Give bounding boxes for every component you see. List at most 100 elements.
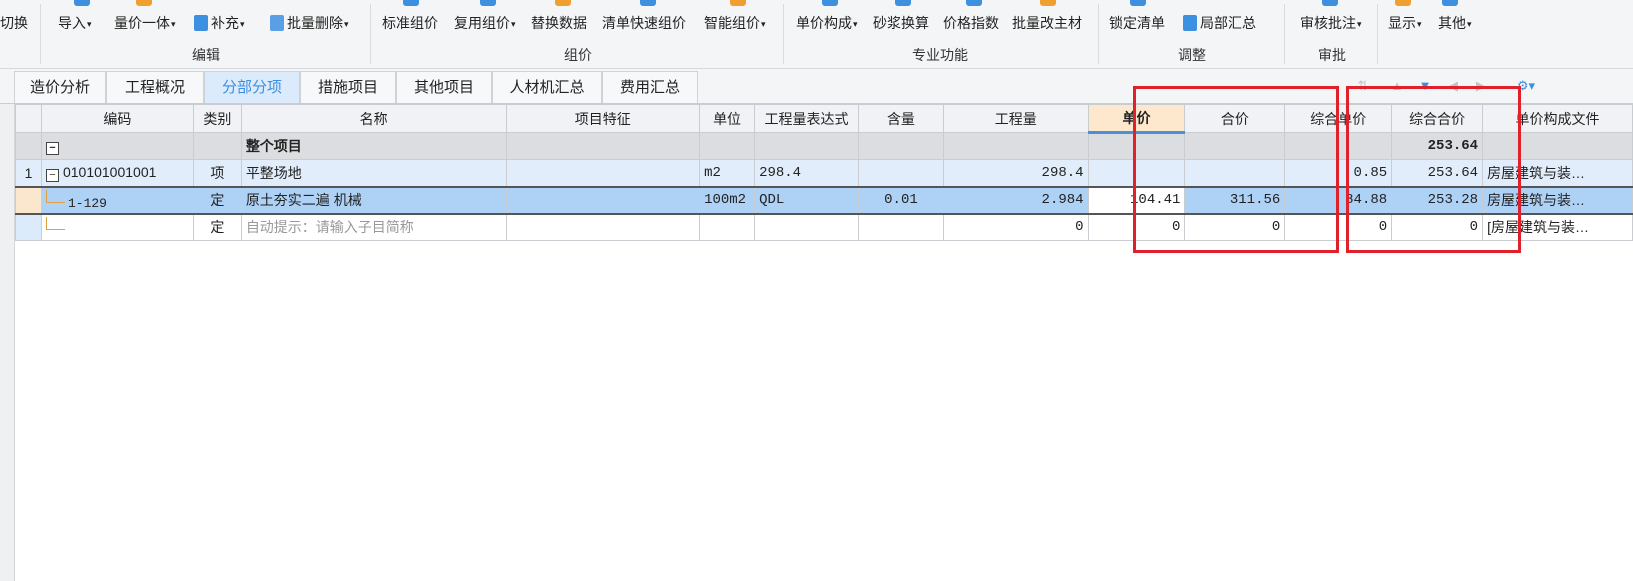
move-left-icon[interactable]: ◀ [1446, 79, 1460, 93]
cell-name-hint[interactable]: 自动提示：请输入子目简称 [240, 213, 507, 241]
group-label-professional: 专业功能 [912, 47, 968, 63]
col-feature[interactable]: 项目特征 [505, 104, 701, 133]
review-button[interactable]: 审核批注▾ [1300, 10, 1362, 36]
tab-bar: 造价分析 工程概况 分部分项 措施项目 其他项目 人材机汇总 费用汇总 ⇅ ▲ … [0, 69, 1633, 104]
group-label-group-price: 组价 [564, 47, 592, 63]
std-group-button[interactable]: 标准组价 [382, 10, 438, 36]
group-label-approve: 审批 [1318, 47, 1346, 63]
batch-delete-button[interactable]: 批量删除▾ [270, 10, 349, 36]
table-row-selected[interactable]: 1-129 定 原土夯实二遍 机械 100m2 QDL 0.01 2.984 1… [15, 185, 1633, 215]
group-label-edit: 编辑 [192, 47, 220, 63]
col-name[interactable]: 名称 [240, 104, 507, 133]
move-down-icon[interactable]: ▼ [1418, 79, 1432, 93]
table-row-hint[interactable]: 定 自动提示：请输入子目简称 0 0 0 0 0 [房屋建筑与装… [15, 213, 1633, 241]
cell-file[interactable]: 房屋建筑与装… [1482, 159, 1633, 187]
supplement-button[interactable]: 补充▾ [194, 10, 245, 36]
cell-file[interactable]: 房屋建筑与装… [1482, 185, 1633, 215]
cell-comp-unit-price[interactable]: 0 [1284, 213, 1393, 241]
import-button[interactable]: 导入▾ [58, 10, 92, 36]
move-up-icon[interactable]: ▲ [1390, 79, 1404, 93]
cell-unit-price-editing[interactable]: 104.41 [1087, 185, 1186, 215]
col-file[interactable]: 单价构成文件 [1482, 104, 1633, 133]
cell-total[interactable]: 311.56 [1184, 185, 1286, 215]
tab-sub-items[interactable]: 分部分项 [204, 71, 300, 103]
table-row-item[interactable]: 1 −010101001001 项 平整场地 m2 298.4 298.4 0.… [15, 159, 1633, 187]
tab-cost-analysis[interactable]: 造价分析 [14, 71, 106, 103]
table-row-total[interactable]: − 整个项目 253.64 [15, 132, 1633, 160]
tab-labor-material-summary[interactable]: 人材机汇总 [492, 71, 602, 103]
cell-unit-price[interactable] [1087, 159, 1186, 187]
cell-comp-total[interactable]: 0 [1391, 213, 1484, 241]
col-content[interactable]: 含量 [858, 104, 944, 133]
col-qty[interactable]: 工程量 [942, 104, 1089, 133]
cell-comp-total: 253.64 [1391, 132, 1484, 160]
col-comp-unit-price[interactable]: 综合单价 [1284, 104, 1393, 133]
cell-code[interactable]: 010101001001 [63, 164, 156, 180]
supplement-icon [194, 15, 208, 31]
sort-icon[interactable]: ⇅ [1356, 79, 1370, 93]
cell-type[interactable]: 定 [192, 213, 242, 241]
display-button[interactable]: 显示▾ [1388, 10, 1422, 36]
cell-file[interactable]: [房屋建筑与装… [1482, 213, 1633, 241]
cell-name[interactable]: 原土夯实二遍 机械 [240, 185, 507, 215]
tab-project-overview[interactable]: 工程概况 [106, 71, 204, 103]
col-code[interactable]: 编码 [40, 104, 194, 133]
cell-comp-total[interactable]: 253.28 [1391, 185, 1484, 215]
cell-qty[interactable]: 298.4 [942, 159, 1089, 187]
col-qty-expr[interactable]: 工程量表达式 [754, 104, 860, 133]
smart-group-icon [730, 0, 746, 6]
col-unit[interactable]: 单位 [699, 104, 756, 133]
settings-icon[interactable]: ⚙▾ [1512, 79, 1540, 93]
collapse-toggle[interactable]: − [45, 142, 59, 155]
lock-list-button[interactable]: 锁定清单 [1109, 10, 1165, 36]
batch-material-button[interactable]: 批量改主材 [1012, 10, 1082, 36]
col-unit-price[interactable]: 单价 [1087, 104, 1186, 134]
table-header: 编码 类别 名称 项目特征 单位 工程量表达式 含量 工程量 单价 合价 综合单… [15, 104, 1633, 134]
unit-composition-button[interactable]: 单价构成▾ [796, 10, 858, 36]
cell-content[interactable] [858, 159, 944, 187]
group-separator [783, 4, 784, 64]
move-right-icon[interactable]: ▶ [1474, 79, 1488, 93]
reuse-group-button[interactable]: 复用组价▾ [454, 10, 516, 36]
group-separator [40, 4, 41, 64]
quick-group-button[interactable]: 清单快速组价 [602, 10, 686, 36]
cell-type[interactable]: 定 [192, 185, 242, 215]
cell-unit[interactable]: 100m2 [699, 185, 756, 215]
other-button[interactable]: 其他▾ [1438, 10, 1472, 36]
reuse-group-icon [480, 0, 496, 6]
cell-qty-expr[interactable]: QDL [754, 185, 860, 215]
cell-comp-unit-price[interactable]: 0.85 [1284, 159, 1393, 187]
cell-qty-expr[interactable]: 298.4 [754, 159, 860, 187]
price-index-icon [966, 0, 982, 6]
cell-unit[interactable]: m2 [699, 159, 756, 187]
price-index-button[interactable]: 价格指数 [943, 10, 999, 36]
cell-unit-price[interactable]: 0 [1087, 213, 1186, 241]
cell-total[interactable]: 0 [1184, 213, 1286, 241]
col-type[interactable]: 类别 [192, 104, 242, 133]
tab-measures[interactable]: 措施项目 [300, 71, 396, 103]
price-all-button[interactable]: 量价一体▾ [114, 10, 176, 36]
cell-total[interactable] [1184, 159, 1286, 187]
cell-content[interactable]: 0.01 [858, 185, 944, 215]
switch-button[interactable]: 切换 [0, 10, 28, 36]
cell-comp-total[interactable]: 253.64 [1391, 159, 1484, 187]
cell-code[interactable]: 1-129 [68, 196, 107, 211]
cell-name[interactable]: 平整场地 [240, 159, 507, 187]
cell-qty[interactable]: 0 [942, 213, 1089, 241]
cell-type[interactable]: 项 [192, 159, 242, 187]
replace-data-button[interactable]: 替换数据 [531, 10, 587, 36]
cell-feature[interactable] [505, 159, 701, 187]
col-comp-total[interactable]: 综合合价 [1391, 104, 1484, 133]
mortar-button[interactable]: 砂浆换算 [873, 10, 929, 36]
cell-comp-unit-price[interactable]: 84.88 [1284, 185, 1393, 215]
cell-qty[interactable]: 2.984 [942, 185, 1089, 215]
col-total[interactable]: 合价 [1184, 104, 1286, 133]
batch-material-icon [1040, 0, 1056, 6]
collapse-toggle[interactable]: − [45, 168, 59, 182]
smart-group-button[interactable]: 智能组价▾ [704, 10, 766, 36]
cell-feature[interactable] [505, 185, 701, 215]
tab-fee-summary[interactable]: 费用汇总 [602, 71, 698, 103]
cell-index: 1 [15, 159, 42, 187]
partial-sum-button[interactable]: 局部汇总 [1183, 10, 1256, 36]
tab-other-items[interactable]: 其他项目 [396, 71, 492, 103]
